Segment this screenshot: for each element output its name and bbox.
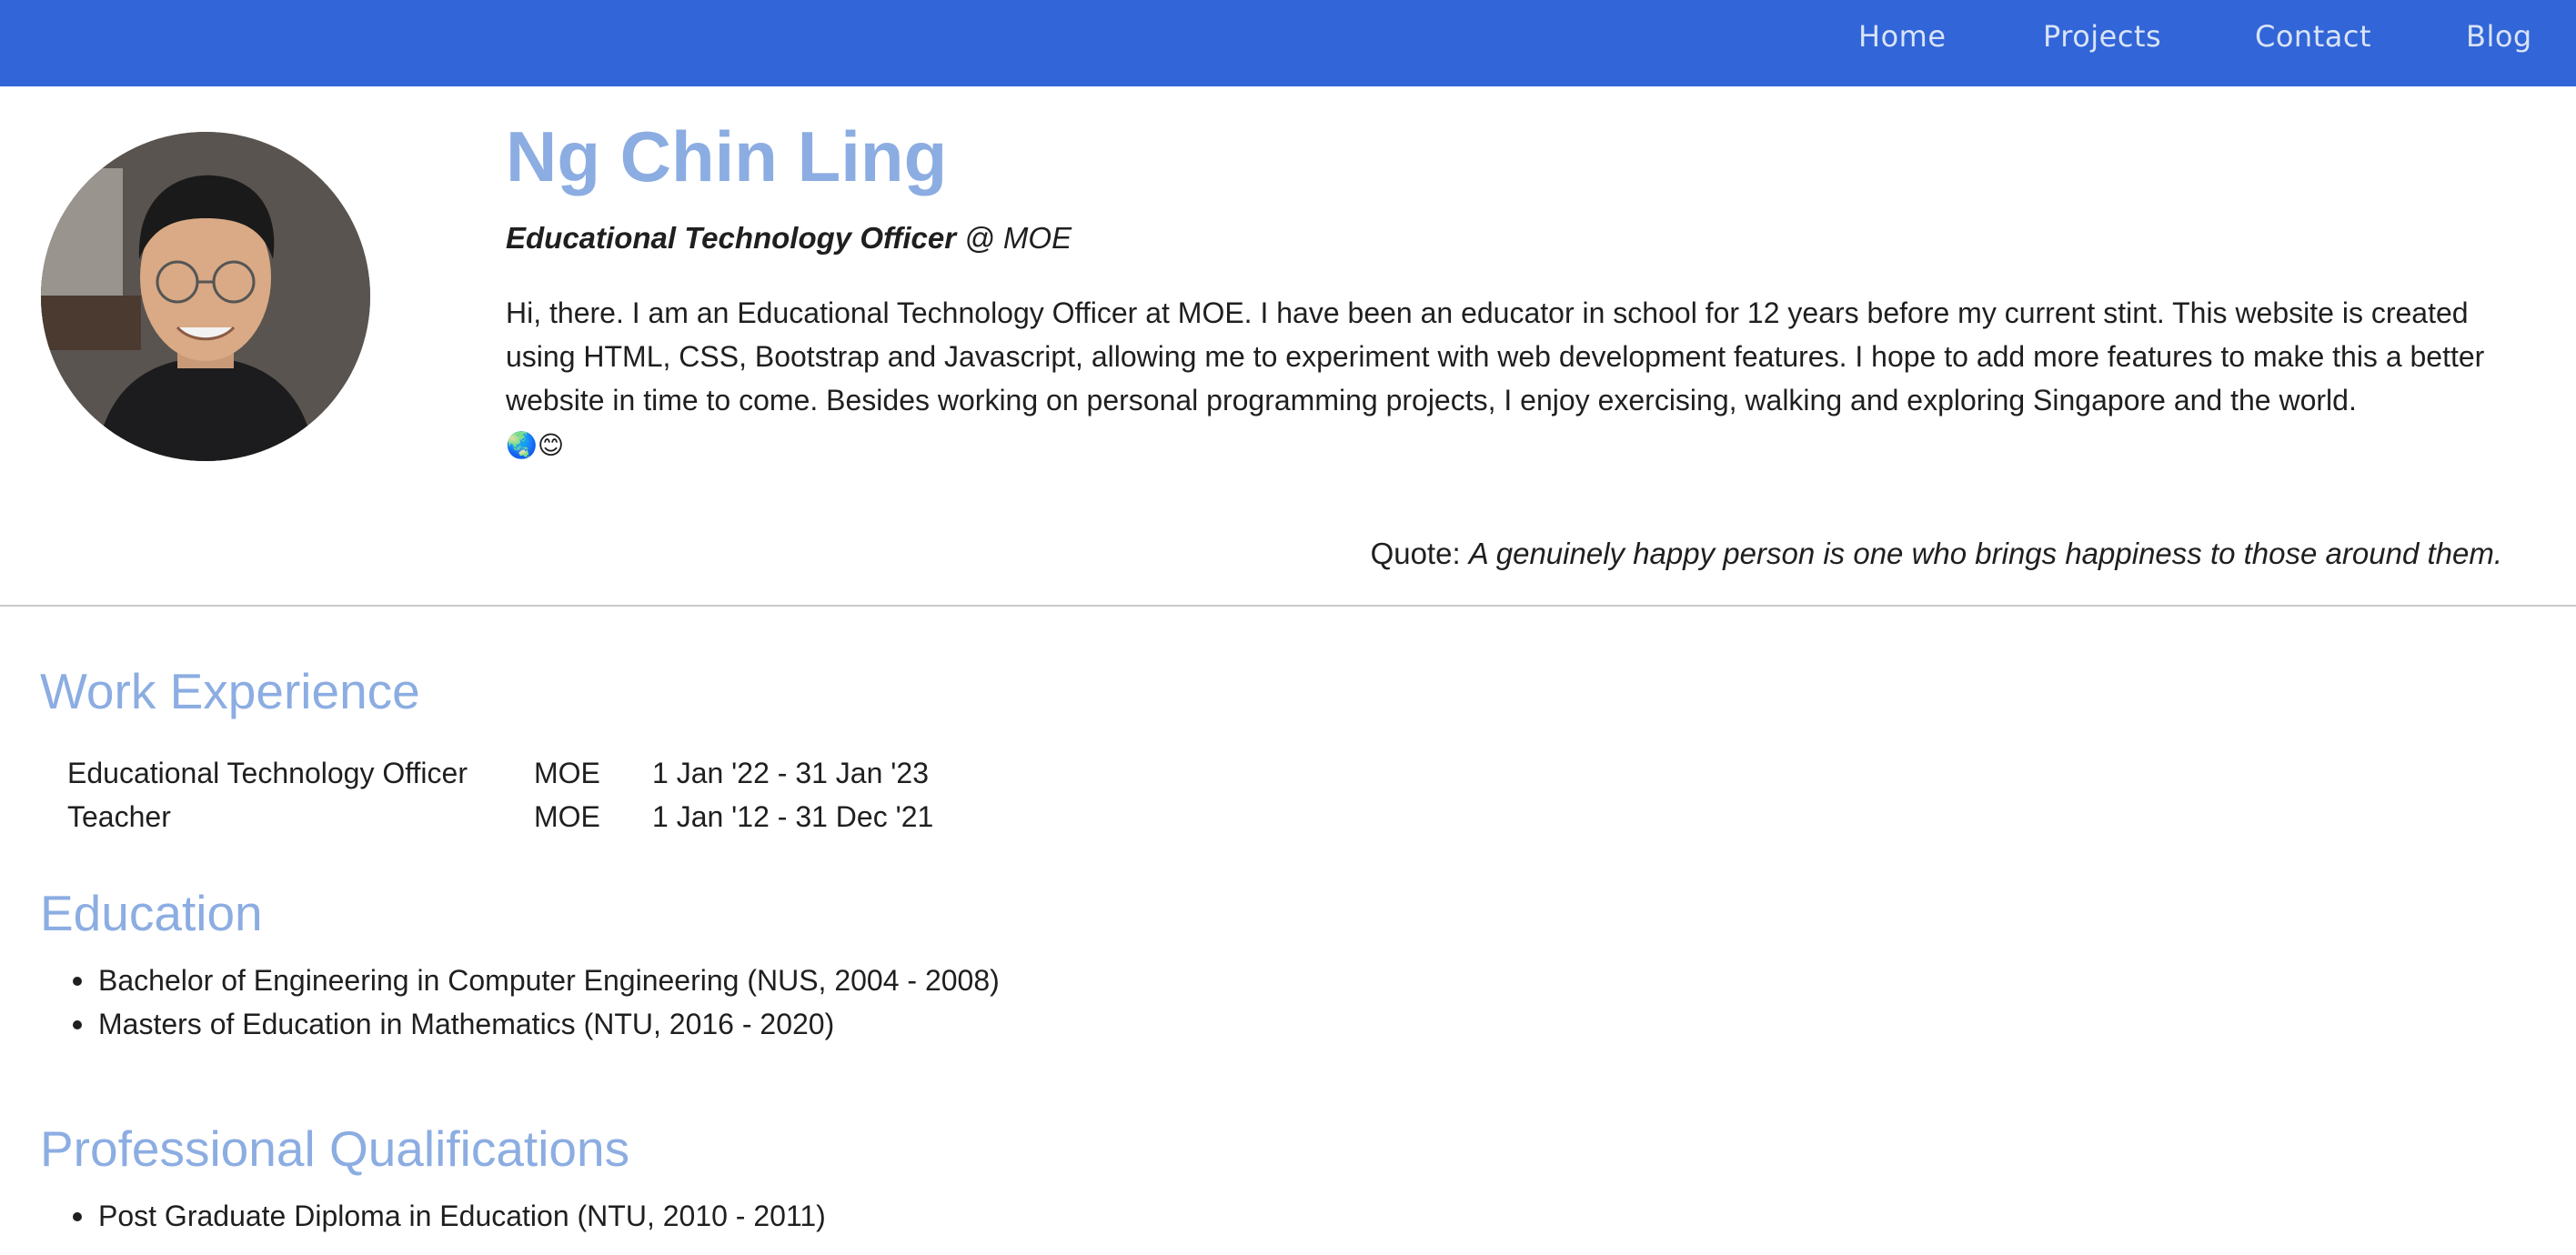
nav-link-home[interactable]: Home [1858,18,1947,55]
list-item: Masters of Education in Mathematics (NTU… [0,1002,1000,1046]
education-list: Bachelor of Engineering in Computer Engi… [0,959,1000,1046]
profile-role-line: Educational Technology Officer @ MOE [506,218,1072,258]
quote-text: A genuinely happy person is one who brin… [1468,537,2502,570]
section-divider [0,605,2576,607]
work-org: MOE [534,757,600,789]
table-row: Educational Technology Officer MOE 1 Jan… [67,751,933,795]
profile-bio: Hi, there. I am an Educational Technolog… [506,291,2507,467]
profile-role-org: @ MOE [956,221,1072,255]
profile-avatar [41,132,370,461]
work-period: 1 Jan '22 - 31 Jan '23 [652,757,929,789]
profile-quote: Quote: A genuinely happy person is one w… [1371,534,2502,574]
work-period: 1 Jan '12 - 31 Dec '21 [652,800,934,833]
profile-bio-text: Hi, there. I am an Educational Technolog… [506,296,2485,417]
profile-name: Ng Chin Ling [506,116,948,196]
globe-smile-emoji-icon: 🌏😊 [506,431,565,459]
profile-role-title: Educational Technology Officer [506,221,957,255]
list-item: Post Graduate Diploma in Education (NTU,… [0,1194,826,1238]
top-navbar: Home Projects Contact Blog [0,0,2576,86]
profile-photo-illustration [41,132,370,461]
list-item: Bachelor of Engineering in Computer Engi… [0,959,1000,1002]
nav-link-projects[interactable]: Projects [2043,18,2161,55]
education-heading: Education [40,885,263,941]
quote-label: Quote: [1370,537,1469,570]
work-experience-heading: Work Experience [40,663,420,719]
work-experience-table: Educational Technology Officer MOE 1 Jan… [67,751,933,838]
nav-link-contact[interactable]: Contact [2255,18,2371,55]
nav-link-blog[interactable]: Blog [2466,18,2532,55]
professional-qualifications-heading: Professional Qualifications [40,1120,630,1177]
qualifications-list: Post Graduate Diploma in Education (NTU,… [0,1194,826,1238]
work-org: MOE [534,800,600,833]
table-row: Teacher MOE 1 Jan '12 - 31 Dec '21 [67,795,933,838]
work-role: Educational Technology Officer [67,757,468,789]
work-role: Teacher [67,800,171,833]
